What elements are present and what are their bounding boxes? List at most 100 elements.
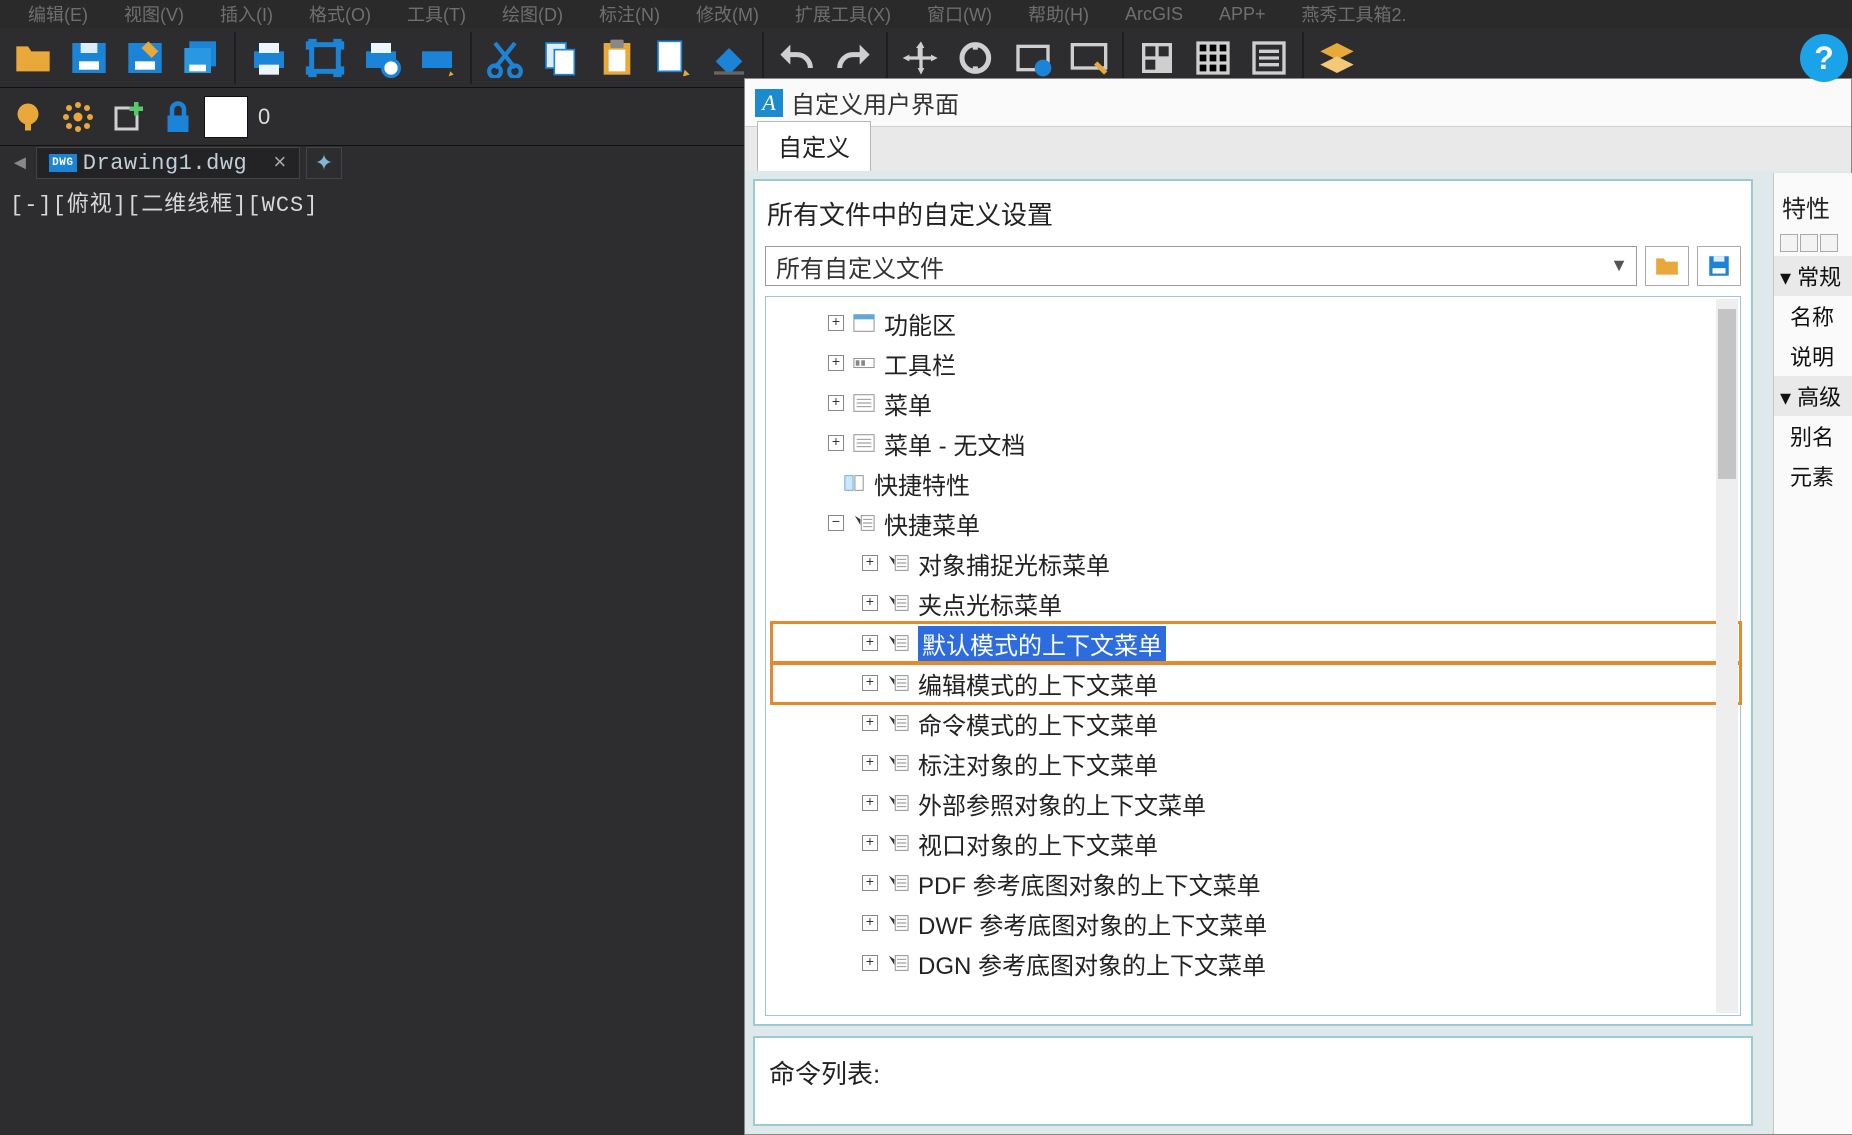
save-button[interactable]: [62, 31, 116, 85]
paste-block-button[interactable]: [646, 31, 700, 85]
tree-scrollbar[interactable]: [1716, 299, 1738, 1013]
menu-view[interactable]: 视图(V): [124, 1, 184, 27]
dwg-icon: DWG: [49, 154, 77, 172]
tree-node-pdf-context[interactable]: +PDF 参考底图对象的上下文菜单: [772, 863, 1740, 903]
zoom-realtime-button[interactable]: [950, 31, 1004, 85]
context-menu-icon: [886, 633, 910, 653]
tree-node-shortcut-menus[interactable]: −快捷菜单: [772, 503, 1740, 543]
tab-customize[interactable]: 自定义: [757, 121, 871, 171]
toolbar-icon: [852, 353, 876, 373]
context-menu-icon: [886, 673, 910, 693]
context-menu-icon: [886, 953, 910, 973]
menu-arcgis[interactable]: ArcGIS: [1125, 4, 1183, 25]
menu-tools[interactable]: 工具(T): [407, 1, 466, 27]
save-all-button[interactable]: [174, 31, 228, 85]
tree-node-edit-context[interactable]: +编辑模式的上下文菜单: [772, 663, 1740, 703]
copy-button[interactable]: [534, 31, 588, 85]
customizations-panel: 所有文件中的自定义设置 所有自定义文件 ▼ +功能区 +工具栏 +菜单 +菜单 …: [753, 179, 1753, 1026]
properties-toolbar: [1774, 230, 1852, 256]
document-name: Drawing1.dwg: [83, 151, 247, 176]
menu-icon: [852, 433, 876, 453]
layer-lock-icon[interactable]: [154, 93, 202, 141]
menu-format[interactable]: 格式(O): [309, 1, 371, 27]
grid-button[interactable]: [1186, 31, 1240, 85]
open-button[interactable]: [6, 31, 60, 85]
prop-row-element[interactable]: 元素: [1774, 456, 1852, 496]
layer-color-swatch[interactable]: [204, 96, 248, 138]
command-list-title: 命令列表:: [765, 1046, 1741, 1095]
erase-button[interactable]: [702, 31, 756, 85]
prop-row-name[interactable]: 名称: [1774, 296, 1852, 336]
menu-edit[interactable]: 编辑(E): [28, 1, 88, 27]
tree-node-ribbon[interactable]: +功能区: [772, 303, 1740, 343]
close-tab-icon[interactable]: ×: [273, 151, 287, 176]
layer-freeze-icon[interactable]: [54, 93, 102, 141]
tree-node-osnap-cursor[interactable]: +对象捕捉光标菜单: [772, 543, 1740, 583]
window-icon: [852, 313, 876, 333]
context-menu-icon: [886, 793, 910, 813]
prop-expand-icon[interactable]: [1820, 234, 1838, 252]
layer-bulb-icon[interactable]: [4, 93, 52, 141]
tree-node-viewport-context[interactable]: +视口对象的上下文菜单: [772, 823, 1740, 863]
tree-node-xref-context[interactable]: +外部参照对象的上下文菜单: [772, 783, 1740, 823]
print-button[interactable]: [242, 31, 296, 85]
print-area-button[interactable]: [298, 31, 352, 85]
prop-row-alias[interactable]: 别名: [1774, 416, 1852, 456]
undo-button[interactable]: [770, 31, 824, 85]
pan-button[interactable]: [894, 31, 948, 85]
list-button[interactable]: [1242, 31, 1296, 85]
prop-categorize-icon[interactable]: [1780, 234, 1798, 252]
dialog-titlebar: A 自定义用户界面: [745, 79, 1851, 127]
prop-group-advanced[interactable]: ▾ 高级: [1774, 376, 1852, 416]
properties-button[interactable]: [1130, 31, 1184, 85]
menu-dimension[interactable]: 标注(N): [599, 1, 660, 27]
prop-group-general[interactable]: ▾ 常规: [1774, 256, 1852, 296]
cui-tree[interactable]: +功能区 +工具栏 +菜单 +菜单 - 无文档 快捷特性 −快捷菜单 +对象捕捉…: [765, 296, 1741, 1016]
command-list-panel: 命令列表:: [753, 1036, 1753, 1126]
zoom-window-button[interactable]: [1006, 31, 1060, 85]
tree-node-dgn-context[interactable]: +DGN 参考底图对象的上下文菜单: [772, 943, 1740, 983]
cui-dialog: A 自定义用户界面 自定义 所有文件中的自定义设置 所有自定义文件 ▼ +功能区: [744, 78, 1852, 1135]
menu-help[interactable]: 帮助(H): [1028, 1, 1089, 27]
tree-node-command-context[interactable]: +命令模式的上下文菜单: [772, 703, 1740, 743]
zoom-extents-button[interactable]: [1062, 31, 1116, 85]
tree-node-dimension-context[interactable]: +标注对象的上下文菜单: [772, 743, 1740, 783]
prop-row-desc[interactable]: 说明: [1774, 336, 1852, 376]
section-title-customizations: 所有文件中的自定义设置: [765, 189, 1741, 242]
layer-new-icon[interactable]: [104, 93, 152, 141]
tab-prev-icon[interactable]: ◄: [10, 152, 30, 175]
tree-node-grip-cursor[interactable]: +夹点光标菜单: [772, 583, 1740, 623]
save-as-button[interactable]: [118, 31, 172, 85]
tree-node-default-context[interactable]: +默认模式的上下文菜单: [772, 623, 1740, 663]
paste-button[interactable]: [590, 31, 644, 85]
dialog-title: 自定义用户界面: [791, 85, 959, 120]
menu-modify[interactable]: 修改(M): [696, 1, 759, 27]
document-tab[interactable]: DWG Drawing1.dwg ×: [36, 147, 300, 179]
help-icon[interactable]: ?: [1800, 34, 1848, 82]
app-icon: A: [755, 89, 783, 117]
menu-app-plus[interactable]: APP+: [1219, 4, 1266, 25]
dropdown-value: 所有自定义文件: [776, 249, 944, 284]
cut-button[interactable]: [478, 31, 532, 85]
plot-button[interactable]: [410, 31, 464, 85]
menu-yanxiu[interactable]: 燕秀工具箱2.: [1302, 1, 1407, 27]
menu-insert[interactable]: 插入(I): [220, 1, 273, 27]
menu-window[interactable]: 窗口(W): [927, 1, 992, 27]
save-file-button[interactable]: [1697, 246, 1741, 286]
tree-node-quick-props[interactable]: 快捷特性: [772, 463, 1740, 503]
tree-node-menus[interactable]: +菜单: [772, 383, 1740, 423]
tree-node-dwf-context[interactable]: +DWF 参考底图对象的上下文菜单: [772, 903, 1740, 943]
new-tab-button[interactable]: ✦: [306, 147, 342, 179]
context-menu-icon: [886, 833, 910, 853]
menu-express[interactable]: 扩展工具(X): [795, 1, 891, 27]
tree-node-toolbars[interactable]: +工具栏: [772, 343, 1740, 383]
open-folder-button[interactable]: [1645, 246, 1689, 286]
customization-file-dropdown[interactable]: 所有自定义文件 ▼: [765, 246, 1637, 286]
properties-icon: [842, 473, 866, 493]
redo-button[interactable]: [826, 31, 880, 85]
layers-button[interactable]: [1310, 31, 1364, 85]
tree-node-menus-nodoc[interactable]: +菜单 - 无文档: [772, 423, 1740, 463]
prop-sort-icon[interactable]: [1800, 234, 1818, 252]
menu-draw[interactable]: 绘图(D): [502, 1, 563, 27]
print-preview-button[interactable]: [354, 31, 408, 85]
